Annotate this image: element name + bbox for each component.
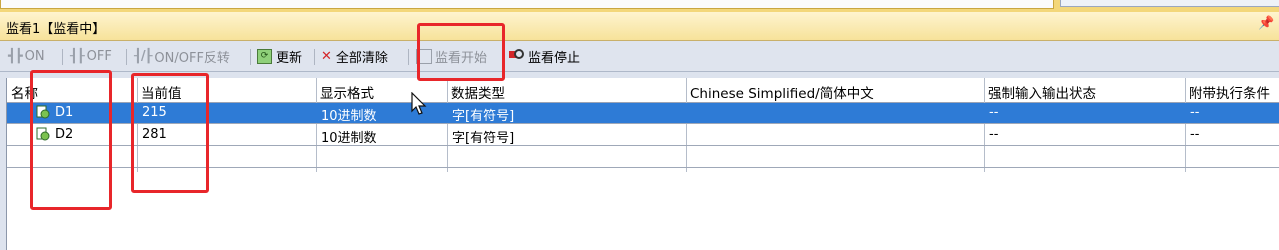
conditional-exec: -- — [1190, 127, 1200, 142]
conditional-exec: -- — [1190, 105, 1200, 120]
display-format: 10进制数 — [321, 131, 377, 146]
mouse-cursor-icon — [411, 92, 427, 115]
annotation-box-start-monitor — [417, 23, 505, 81]
display-format: 10进制数 — [321, 109, 377, 124]
toolbar-separator — [250, 49, 251, 65]
clear-icon: ✕ — [321, 48, 332, 64]
annotation-box-name-column — [30, 70, 112, 210]
monitor-stop-icon — [509, 49, 525, 63]
column-header-comment[interactable]: Chinese Simplified/简体中文 — [690, 82, 874, 102]
stop-monitor-button[interactable]: 监看停止 — [509, 47, 580, 66]
contact-on-icon: ┫┣ — [8, 48, 23, 64]
on-off-toggle-button[interactable]: ┨/┠ ON/OFF反转 — [134, 47, 230, 66]
force-io-status: -- — [989, 105, 999, 120]
watch-window-titlebar[interactable]: 监看1【监看中】 📌 — [0, 12, 1279, 41]
toolbar-separator — [126, 49, 127, 65]
pin-icon[interactable]: 📌 — [1258, 16, 1274, 31]
data-type: 字[有符号] — [452, 109, 515, 124]
column-header-display-format[interactable]: 显示格式 — [320, 82, 374, 102]
on-button[interactable]: ┫┣ ON — [8, 47, 45, 65]
clear-all-button[interactable]: ✕ 全部清除 — [321, 47, 388, 66]
top-strip — [0, 0, 1279, 12]
column-header-data-type[interactable]: 数据类型 — [451, 82, 505, 102]
upper-pane-edge — [0, 0, 1054, 9]
toolbar-separator — [314, 49, 315, 65]
window-title: 监看1【监看中】 — [6, 22, 106, 37]
refresh-icon: ⟳ — [257, 48, 272, 64]
annotation-box-value-column — [131, 73, 209, 193]
refresh-button[interactable]: ⟳ 更新 — [257, 47, 302, 66]
data-type: 字[有符号] — [452, 131, 515, 146]
column-header-force-io-status[interactable]: 强制输入输出状态 — [988, 82, 1096, 102]
toolbar-separator — [62, 49, 63, 65]
right-pane-edge — [1060, 0, 1279, 7]
toolbar-separator — [408, 49, 409, 65]
contact-off-icon: ┨┠ — [70, 48, 85, 64]
toolbar: ┫┣ ON ┨┠ OFF ┨/┠ ON/OFF反转 ⟳ 更新 ✕ 全部清除 监看… — [0, 41, 1279, 72]
contact-toggle-icon: ┨/┠ — [134, 48, 152, 64]
force-io-status: -- — [989, 127, 999, 142]
off-button[interactable]: ┨┠ OFF — [70, 47, 112, 65]
